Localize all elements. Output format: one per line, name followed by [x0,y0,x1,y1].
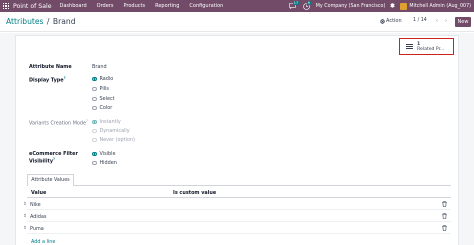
smart-button-label: Related Pr... [417,46,445,52]
menu-configuration[interactable]: Configuration [189,3,223,9]
drag-handle-icon[interactable]: ⇕ [23,214,27,219]
tabs-divider [27,185,451,186]
user-name: Mitchell Admin (Aug_007) [409,3,471,9]
table-row[interactable]: ⇕ Adidas [23,211,451,222]
chat-icon[interactable]: 17 [288,1,300,10]
table-row[interactable]: ⇕ Puma [23,223,451,234]
variants-creation-label: Variants Creation Mode? [29,119,88,127]
company-switcher[interactable]: My Company (San Francisco) [316,4,386,9]
attribute-name-field[interactable]: Brand [92,64,107,70]
menu-reporting[interactable]: Reporting [155,3,179,9]
display-type-color[interactable]: Color [92,105,112,111]
breadcrumb-attributes[interactable]: Attributes [6,17,44,26]
new-button[interactable]: New [455,17,471,27]
trash-icon[interactable] [442,225,447,231]
variants-instantly[interactable]: Instantly [92,119,121,125]
main-menu: Dashboard Orders Products Reporting Conf… [60,3,224,9]
breadcrumb-separator: / [46,17,50,26]
user-menu[interactable]: Mitchell Admin (Aug_007) [400,2,471,10]
attribute-name-label: Attribute Name [29,64,72,70]
top-navbar: Point of Sale Dashboard Orders Products … [0,0,474,12]
navbar-systray: 17 9 My Company (San Francisco) Mitchell… [288,0,471,12]
menu-orders[interactable]: Orders [97,3,114,9]
ecommerce-hidden[interactable]: Hidden [92,160,117,166]
menu-products[interactable]: Products [123,3,145,9]
column-header-value[interactable]: Value [31,190,46,196]
value-cell[interactable]: Nike [30,202,41,208]
breadcrumb-current: Brand [52,17,76,26]
activity-count-badge: 9 [306,1,311,5]
chat-count-badge: 17 [292,1,300,5]
apps-menu-icon[interactable] [0,0,12,12]
menu-dashboard[interactable]: Dashboard [60,3,87,9]
drag-handle-icon[interactable]: ⇕ [23,226,27,231]
action-label: Action [386,18,402,24]
breadcrumb: Attributes / Brand [6,17,76,26]
pager-previous-icon[interactable]: ‹ [433,17,441,25]
tab-attribute-values[interactable]: Attribute Values [27,174,74,186]
drag-handle-icon[interactable]: ⇕ [23,202,27,207]
pager-value[interactable]: 1 / 14 [413,18,427,23]
display-type-select[interactable]: Select [92,96,115,102]
list-icon [406,44,413,49]
trash-icon[interactable] [442,213,447,219]
ecommerce-visibility-label: Visibility? [29,157,56,165]
debug-bug-icon[interactable] [390,2,396,10]
activity-clock-icon[interactable]: 9 [302,1,311,10]
display-type-radio[interactable]: Radio [92,76,113,82]
ecommerce-visible[interactable]: Visible [92,151,115,157]
add-line-link[interactable]: Add a line [31,239,55,245]
table-header-divider [27,197,451,198]
display-type-pills[interactable]: Pills [92,86,109,92]
app-name[interactable]: Point of Sale [13,3,52,10]
gear-icon [380,18,385,24]
value-cell[interactable]: Adidas [30,214,46,220]
avatar [400,2,408,10]
variants-dynamically[interactable]: Dynamically [92,128,130,134]
action-menu-button[interactable]: Action [380,18,402,24]
control-panel: Attributes / Brand Action 1 / 14 ‹ › New [0,12,474,32]
pager-next-icon[interactable]: › [442,17,450,25]
display-type-label: Display Type? [29,76,66,84]
variants-never[interactable]: Never (option) [92,137,135,143]
column-header-custom[interactable]: Is custom value [173,190,216,196]
table-row[interactable]: ⇕ Nike [23,199,451,210]
related-products-smart-button[interactable]: 1 Related Pr... [399,38,454,55]
value-cell[interactable]: Puma [30,226,44,232]
trash-icon[interactable] [442,201,447,207]
